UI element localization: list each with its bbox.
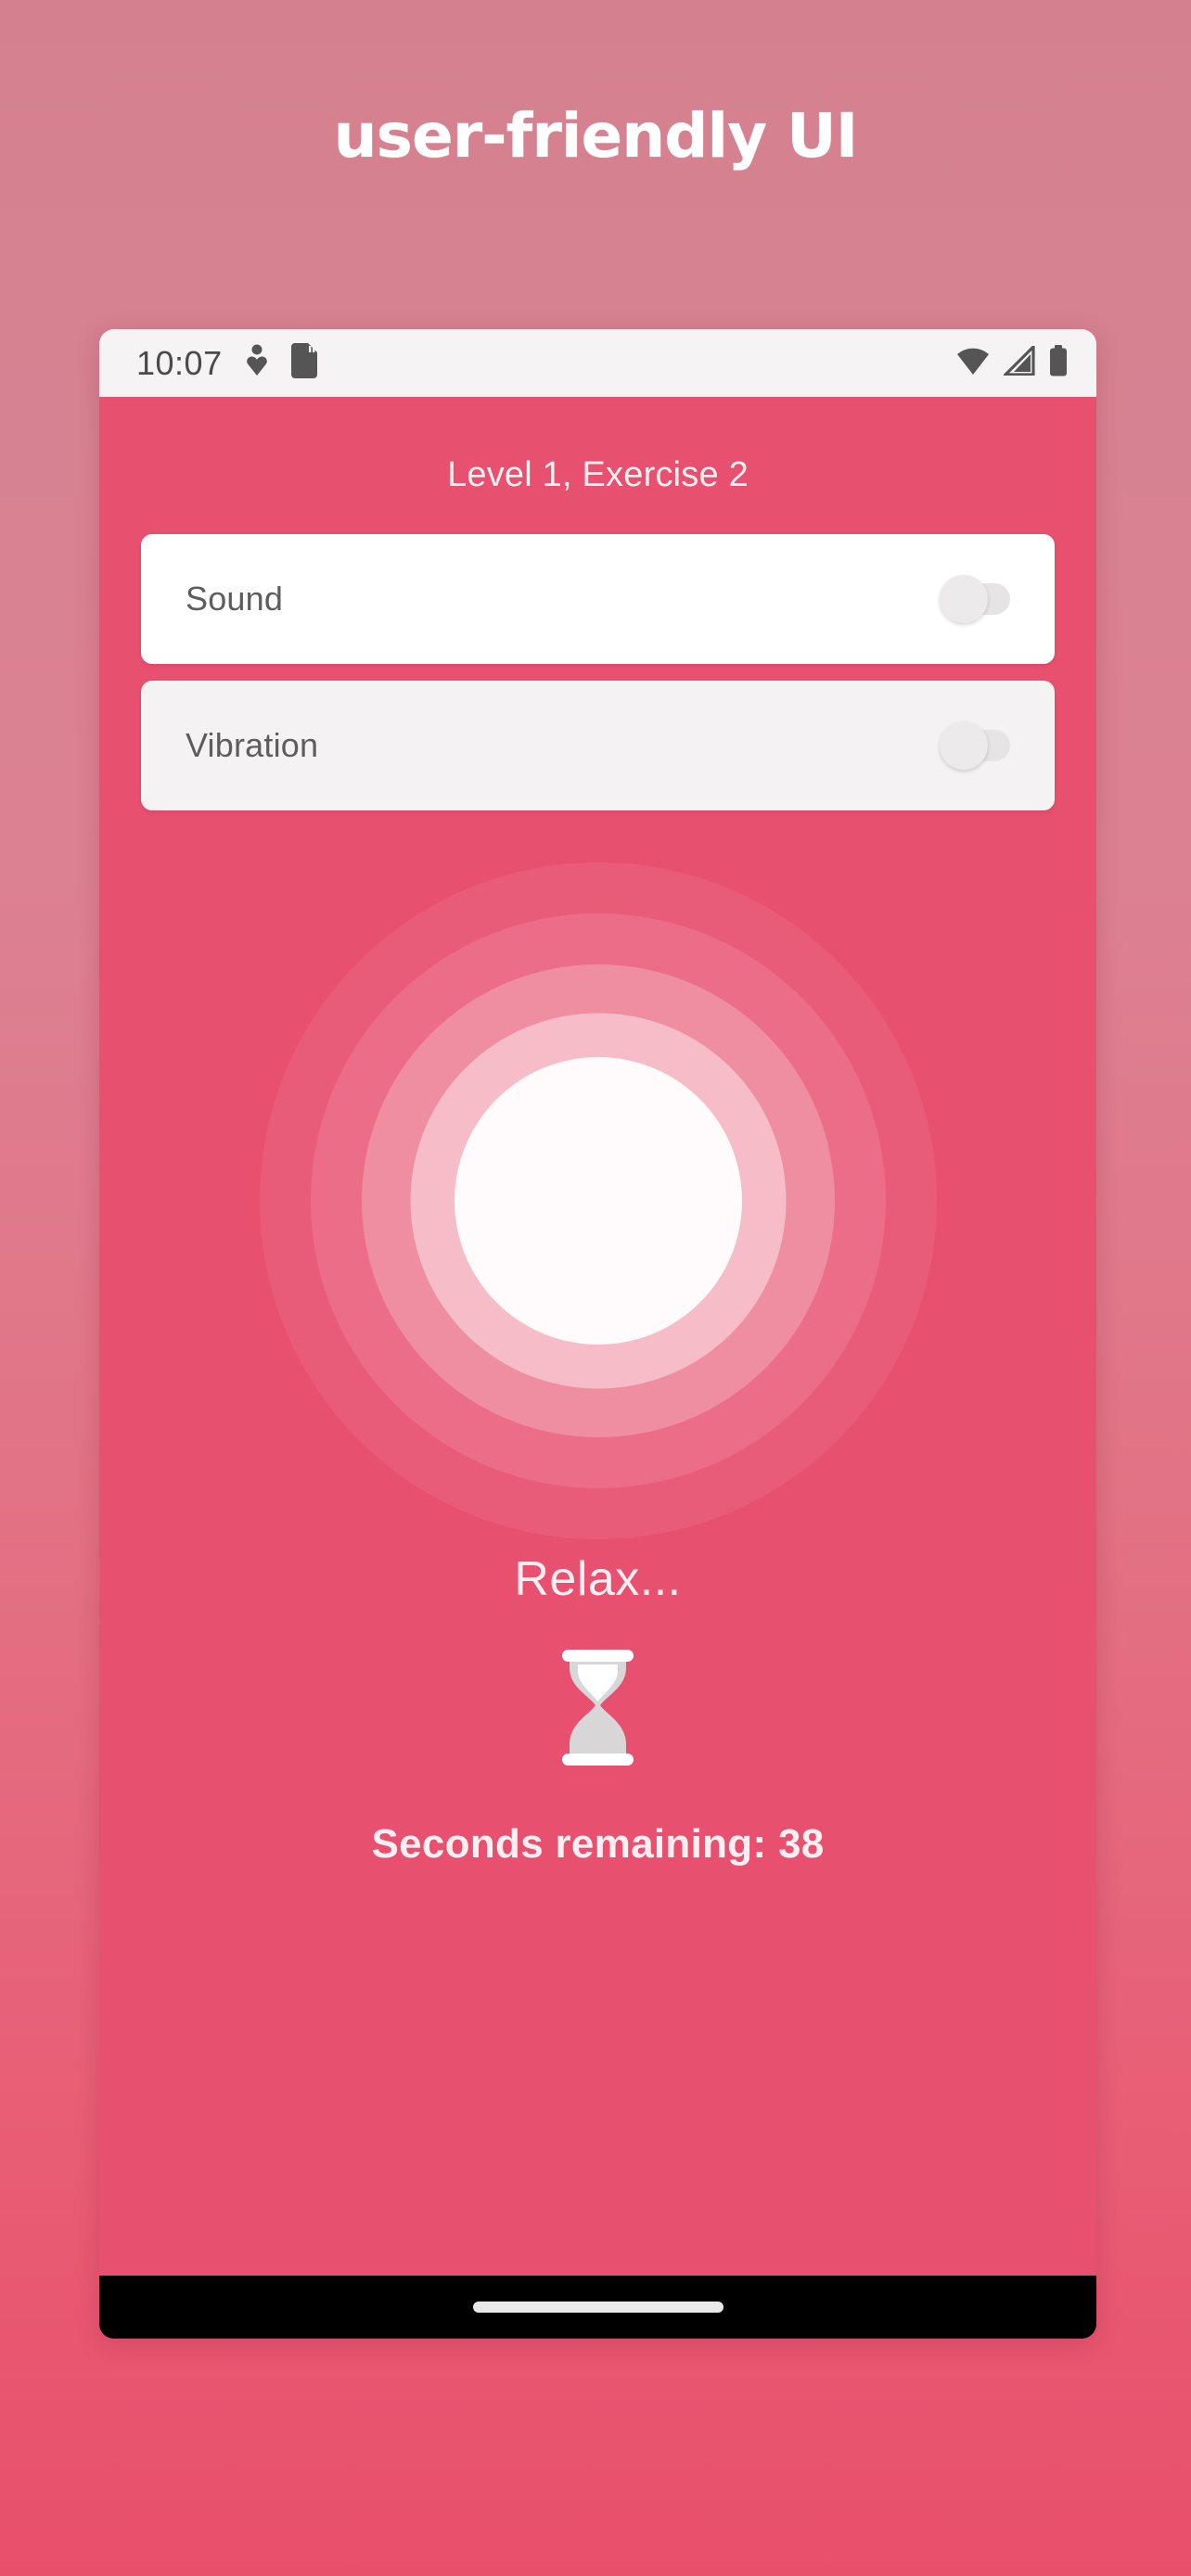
status-bar: 10:07	[99, 329, 1096, 397]
heart-health-icon	[245, 343, 269, 383]
seconds-remaining-label: Seconds remaining: 38	[371, 1821, 825, 1867]
breathing-ring-core	[454, 1056, 742, 1345]
hourglass-container	[99, 1642, 1096, 1777]
vibration-toggle-knob	[940, 721, 988, 770]
sound-toggle-knob	[940, 575, 988, 623]
status-bar-left: 10:07	[136, 343, 317, 383]
breathing-animation	[99, 855, 1096, 1546]
breathing-instruction: Relax...	[514, 1552, 682, 1606]
cellular-signal-icon	[1002, 343, 1035, 380]
page-title: user-friendly UI	[333, 100, 859, 172]
setting-row-vibration[interactable]: Vibration	[141, 681, 1055, 810]
status-bar-right	[955, 343, 1069, 381]
sound-label: Sound	[186, 580, 284, 618]
home-gesture-pill[interactable]	[472, 2302, 724, 2313]
sd-card-icon	[290, 343, 317, 383]
android-navigation-bar	[99, 2276, 1096, 2339]
exercise-header: Level 1, Exercise 2	[447, 455, 749, 494]
status-bar-clock: 10:07	[136, 343, 223, 382]
wifi-icon	[955, 346, 991, 380]
phone-mockup: 10:07 Level 1, Exercise 2 Sound Vibratio…	[99, 329, 1096, 2339]
battery-icon	[1048, 345, 1069, 381]
hourglass-icon	[549, 1642, 647, 1777]
setting-row-sound[interactable]: Sound	[141, 534, 1055, 664]
settings-list: Sound Vibration	[99, 534, 1096, 810]
sound-toggle[interactable]	[940, 575, 1010, 623]
vibration-toggle[interactable]	[940, 721, 1010, 770]
vibration-label: Vibration	[186, 726, 319, 764]
app-content: Level 1, Exercise 2 Sound Vibration Rela…	[99, 397, 1096, 2276]
